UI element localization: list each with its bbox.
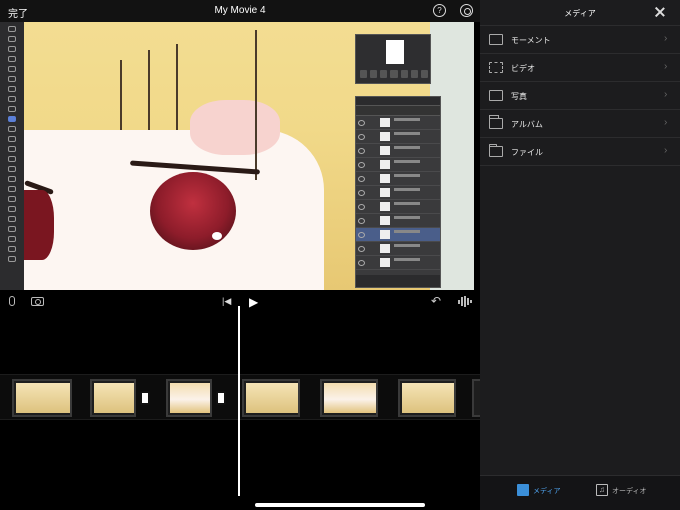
audio-waveform-icon[interactable] [458,296,472,307]
top-bar: 完了 My Movie 4 ? [0,0,480,22]
microphone-icon[interactable] [9,296,15,306]
playhead[interactable] [238,306,240,496]
undo-icon[interactable]: ↶ [431,294,441,308]
chevron-right-icon: › [664,61,668,72]
media-item-photos[interactable]: 写真 › [480,82,680,110]
chevron-right-icon: › [664,33,668,44]
skip-to-start-icon[interactable]: |◀ [222,296,231,307]
camera-icon[interactable] [31,297,44,306]
timeline-clip[interactable] [166,379,212,417]
eye-highlight [212,232,222,240]
art-app-layer-panel [355,96,441,288]
preview-artwork-left-eye [24,190,54,260]
close-icon[interactable] [654,6,666,18]
video-icon [489,62,503,73]
project-settings-icon[interactable] [460,4,473,17]
media-panel-title: メディア [564,9,596,18]
navigator-thumbnail [386,40,404,64]
media-item-moments[interactable]: モーメント › [480,26,680,54]
media-footer-tabs: メディア ♫ オーディオ [480,475,680,510]
media-item-label: アルバム [511,120,543,129]
timeline-clip[interactable] [472,379,480,417]
audio-icon: ♫ [596,484,608,496]
media-item-albums[interactable]: アルバム › [480,110,680,138]
media-item-label: ファイル [511,148,543,157]
playback-controls: |◀ ▶ ↶ [0,290,480,314]
art-app-navigator-panel [355,34,431,84]
tab-audio-label: オーディオ [612,488,647,495]
media-item-label: モーメント [511,36,551,45]
timeline-clip[interactable] [90,379,136,417]
folder-icon [489,144,503,157]
media-icon [517,484,529,496]
home-indicator [255,503,425,507]
preview-artwork-blush [190,100,280,155]
media-category-list: モーメント › ビデオ › 写真 › アルバム › ファイル › [480,26,680,166]
album-icon [489,115,503,129]
media-item-label: ビデオ [511,64,535,73]
art-app-toolbar [0,22,24,290]
photo-icon [489,90,503,101]
play-icon[interactable]: ▶ [249,295,258,309]
timeline-clip[interactable] [12,379,72,417]
help-button[interactable]: ? [433,4,446,17]
tab-media-label: メディア [533,488,561,495]
moments-icon [489,34,503,45]
chevron-right-icon: › [664,117,668,128]
movie-title: My Movie 4 [214,5,266,16]
preview-artwork-right-eye [150,172,236,250]
transition-icon[interactable] [140,391,150,405]
chevron-right-icon: › [664,145,668,156]
hair-line [120,60,122,130]
movie-editor: 完了 My Movie 4 ? |◀ ▶ ↶ [0,0,480,510]
media-item-files[interactable]: ファイル › [480,138,680,166]
media-item-label: 写真 [511,92,527,101]
timeline-clip[interactable] [320,379,378,417]
hair-line [176,44,178,130]
timeline-clip[interactable] [242,379,300,417]
hair-line [148,50,150,130]
timeline[interactable] [0,314,480,510]
timeline-clip[interactable] [398,379,456,417]
media-item-video[interactable]: ビデオ › [480,54,680,82]
chevron-right-icon: › [664,89,668,100]
video-track[interactable] [0,374,480,420]
hair-line [255,30,257,180]
media-panel-header: メディア [480,0,680,26]
transition-icon[interactable] [216,391,226,405]
media-browser-panel: メディア モーメント › ビデオ › 写真 › アルバム › ファイル › メデ… [480,0,680,510]
